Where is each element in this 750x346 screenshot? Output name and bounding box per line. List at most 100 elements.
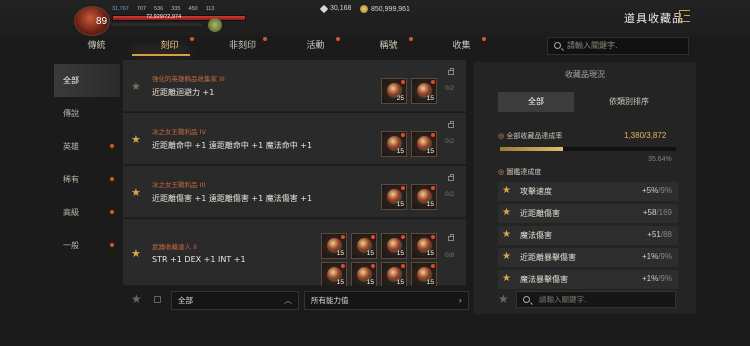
collection-effect: 近距離傷害 +1 遠距離傷害 +1 魔法傷害 +1 [152, 194, 313, 203]
collection-item-slot[interactable]: 25 [381, 78, 407, 104]
effect-max: /169 [656, 208, 672, 217]
effect-max: /9% [658, 252, 672, 261]
effect-label: 攻擊速度 [520, 187, 552, 196]
collection-item-slot[interactable]: 15 [411, 233, 437, 259]
collection-list: ★ 強化的英雄飾品收集家 III 近距離迴避力 +1 25 15 0/2 ★ 冰… [123, 60, 466, 286]
collection-effect: STR +1 DEX +1 INT +1 [152, 255, 246, 264]
sidebar-item-advanced[interactable]: 高級 [54, 196, 120, 229]
stat-value: 536 [154, 6, 164, 12]
collection-subtitle: 武器收藏達人 II [152, 243, 197, 251]
sidebar-item-rare[interactable]: 稀有 [54, 163, 120, 196]
stat-filter-value: 所有能力值 [311, 296, 349, 305]
sidebar-item-normal[interactable]: 一般 [54, 229, 120, 262]
effect-row: ★ 近距離傷害 +58/169 [498, 204, 678, 223]
tab-status-category[interactable]: 依類別排序 [574, 92, 684, 112]
collection-item-slot[interactable]: 15 [411, 78, 437, 104]
stat-value: 335 [171, 6, 181, 12]
notification-dot [110, 243, 114, 247]
currency-diamond-value: 30,168 [330, 5, 352, 12]
notification-dot [401, 235, 405, 239]
tab-collect[interactable]: 收集 [425, 36, 498, 56]
tab-non-engraved[interactable]: 非刻印 [206, 36, 279, 56]
grade-filter-select[interactable]: 全部 ︿ [171, 291, 299, 310]
effect-current: +58 [642, 208, 657, 217]
collection-row[interactable]: ★ 強化的英雄飾品收集家 III 近距離迴避力 +1 25 15 0/2 [123, 60, 466, 112]
collection-item-slot[interactable]: 15 [381, 233, 407, 259]
collection-item-slot[interactable]: 15 [411, 131, 437, 157]
effect-label: 近距離傷害 [520, 209, 560, 218]
effect-max: /88 [660, 230, 672, 239]
favorite-star-icon[interactable]: ★ [131, 133, 141, 146]
item-enchant-level: 15 [396, 279, 404, 286]
notification-dot [401, 264, 405, 268]
effect-value: +5%/9% [642, 186, 672, 195]
lock-filter-icon[interactable] [154, 296, 161, 303]
collection-item-slot[interactable]: 15 [321, 262, 347, 286]
collection-row[interactable]: ★ 冰之女王戰利品 III 近距離傷害 +1 遠距離傷害 +1 魔法傷害 +1 … [123, 166, 466, 218]
stat-filter-select[interactable]: 所有能力值 › [304, 291, 469, 310]
notification-dot [401, 80, 405, 84]
effect-max: /9% [658, 186, 672, 195]
tab-label: 刻印 [160, 41, 179, 51]
collection-item-slot[interactable]: 15 [411, 262, 437, 286]
favorite-star-icon[interactable]: ★ [131, 80, 141, 93]
favorite-star-icon[interactable]: ★ [131, 186, 141, 199]
sidebar-item-hero[interactable]: 英雄 [54, 130, 120, 163]
collection-item-slot[interactable]: 15 [381, 262, 407, 286]
chevron-up-icon: ︿ [284, 296, 292, 305]
collection-subtitle: 強化的英雄飾品收集家 III [152, 75, 225, 83]
star-icon: ★ [502, 251, 511, 262]
collection-row[interactable]: ★ 武器收藏達人 II STR +1 DEX +1 INT +1 15 15 1… [123, 219, 466, 286]
effect-value: +58/169 [643, 208, 672, 217]
notification-dot [371, 235, 375, 239]
stat-value: 707 [136, 6, 147, 12]
collection-item-slot[interactable]: 15 [381, 184, 407, 210]
collection-item-slot[interactable]: 15 [321, 233, 347, 259]
lock-icon [448, 121, 454, 128]
notification-dot [263, 37, 267, 41]
progress-fill [500, 147, 563, 151]
coin-icon [360, 5, 368, 13]
collection-item-slot[interactable]: 15 [351, 262, 377, 286]
total-progress-label-text: 全部收藏品達成率 [506, 132, 563, 140]
currency-gold: 850,999,961 [360, 5, 410, 13]
item-enchant-level: 15 [396, 250, 404, 257]
favorite-filter-star-icon[interactable]: ★ [131, 292, 142, 306]
tab-label: 依類別排序 [609, 97, 649, 106]
exit-icon[interactable] [679, 10, 690, 22]
stats-row: 31,767 707 536 335 450 113 [112, 6, 214, 12]
lock-icon [448, 68, 454, 75]
effect-label: 魔法傷害 [520, 231, 552, 240]
favorite-star-icon[interactable]: ★ [131, 247, 141, 260]
collection-row[interactable]: ★ 冰之女王戰利品 IV 近距離命中 +1 遠距離命中 +1 魔法命中 +1 1… [123, 113, 466, 165]
star-icon: ★ [502, 273, 511, 284]
tab-event[interactable]: 活動 [279, 36, 352, 56]
sidebar-item-all[interactable]: 全部 [54, 64, 120, 97]
sidebar-item-legend[interactable]: 傳說 [54, 97, 120, 130]
collection-progress: 0/2 [445, 191, 455, 198]
notification-dot [110, 177, 114, 181]
notification-dot [336, 37, 340, 41]
effect-label: 魔法暴擊傷害 [520, 275, 568, 284]
notification-dot [431, 186, 435, 190]
effect-row: ★ 近距離暴擊傷害 +1%/9% [498, 248, 678, 267]
search-input[interactable]: 請輸入關鍵字. [547, 37, 689, 55]
item-enchant-level: 15 [396, 201, 404, 208]
lock-icon [448, 174, 454, 181]
collection-item-slot[interactable]: 15 [411, 184, 437, 210]
total-progress-label: ◎ 全部收藏品達成率 [498, 131, 562, 141]
panel-title: 收藏品現況 [565, 70, 605, 79]
item-enchant-level: 15 [426, 201, 434, 208]
favorite-filter-star-icon[interactable]: ★ [498, 292, 509, 306]
collection-item-slot[interactable]: 15 [351, 233, 377, 259]
effect-search-input[interactable]: 請輸入關鍵字. [516, 291, 676, 308]
collection-item-slot[interactable]: 15 [381, 131, 407, 157]
active-tab-indicator [132, 54, 190, 56]
tab-title[interactable]: 稱號 [352, 36, 425, 56]
notification-dot [431, 80, 435, 84]
tab-traditional[interactable]: 傳統 [60, 36, 133, 56]
tab-status-all[interactable]: 全部 [498, 92, 574, 112]
tab-engraved[interactable]: 刻印 [133, 36, 206, 56]
notification-dot [431, 133, 435, 137]
pet-icon[interactable] [208, 18, 222, 32]
